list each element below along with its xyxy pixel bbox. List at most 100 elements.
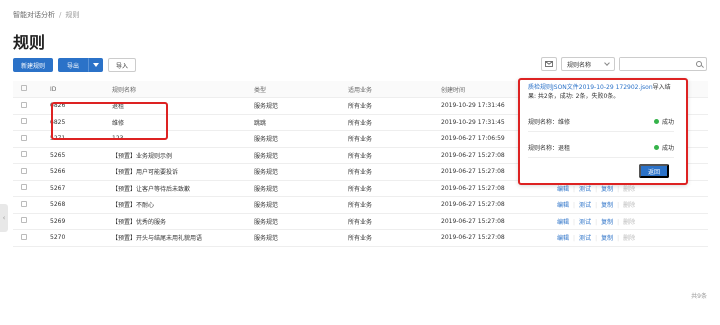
delete-link: 删除 [623,185,636,193]
rule-type: 服务规范 [254,163,348,181]
row-checkbox[interactable] [21,118,27,125]
row-checkbox[interactable] [21,233,27,240]
action-divider: | [595,202,598,210]
rule-business: 所有业务 [348,163,441,181]
status-text: 成功 [661,119,674,126]
action-divider: | [573,218,576,226]
delete-link: 删除 [623,218,636,226]
edit-link[interactable]: 编辑 [557,219,569,226]
breadcrumb-separator: / [59,11,62,19]
row-select-cell [13,163,50,181]
action-divider: | [573,185,576,193]
row-select-cell [13,114,50,131]
success-dot-icon [653,145,659,150]
rule-type: 服务规范 [254,180,348,197]
rule-business: 所有业务 [348,147,441,164]
row-actions: 编辑|测试|复制|删除 [551,229,708,247]
status-badge: 成功 [653,143,674,152]
action-divider: | [617,218,620,226]
row-actions: 编辑|测试|复制|删除 [551,196,708,214]
row-checkbox[interactable] [21,151,27,158]
rule-id: 5268 [50,196,112,214]
caret-down-icon [92,63,99,67]
rule-id: 5266 [50,163,112,181]
row-checkbox[interactable] [21,200,27,207]
row-checkbox[interactable] [21,217,27,224]
rule-type: 服务规范 [254,213,348,230]
search-input[interactable] [620,58,690,70]
export-button[interactable]: 导出 [58,58,89,72]
rule-business: 所有业务 [348,196,441,214]
edit-link[interactable]: 编辑 [557,202,569,209]
delete-link: 删除 [623,235,636,243]
breadcrumb: 智能对话分析 / 规则 [13,10,79,20]
rule-type: 服务规范 [254,196,348,214]
table-row: 5270 【预置】开头与结尾未用礼貌用语 服务规范 所有业务 2019-06-27 15… [13,229,708,247]
action-divider: | [573,235,576,243]
copy-link[interactable]: 复制 [601,235,613,242]
row-select-cell [13,147,50,164]
mail-button[interactable] [541,57,557,71]
breadcrumb-parent[interactable]: 智能对话分析 [13,11,55,19]
row-checkbox[interactable] [21,167,27,174]
import-result-label: 规则名称：退租 [528,145,571,152]
page-title: 规则 [13,33,46,52]
import-button[interactable]: 导入 [108,58,137,72]
row-checkbox[interactable] [21,184,27,191]
export-dropdown-button[interactable] [88,58,104,72]
success-dot-icon [653,119,659,124]
action-divider: | [595,235,598,243]
copy-link[interactable]: 复制 [601,202,613,209]
rule-created-time: 2019-06-27 15:27:08 [441,196,551,214]
header-id: ID [50,81,112,98]
export-split-button: 导出 [58,58,104,72]
rule-id: 5269 [50,213,112,230]
status-text: 成功 [661,145,674,152]
highlight-imported-rows [51,102,168,140]
total-count: 共9条 [691,293,707,300]
test-link[interactable]: 测试 [579,186,591,193]
edit-link[interactable]: 编辑 [557,186,569,193]
select-all-checkbox[interactable] [21,85,27,91]
breadcrumb-current: 规则 [65,11,80,19]
import-result-popup: 质检规则JSON文件2019-10-29 172902.json导入结果: 共2… [518,78,688,185]
rule-type: 服务规范 [254,147,348,164]
back-button[interactable]: 返回 [639,164,669,178]
test-link[interactable]: 测试 [579,235,591,242]
search-field-select[interactable]: 规则名称 [561,57,615,71]
delete-link: 删除 [623,202,636,210]
toolbar: 新建规则 导出 导入 [13,58,137,72]
table-row: 5269 【预置】优秀的服务 服务规范 所有业务 2019-06-27 15:27:08… [13,213,708,230]
rule-business: 所有业务 [348,114,441,131]
rule-business: 所有业务 [348,130,441,148]
rule-type: 服务规范 [254,229,348,247]
mail-icon [545,61,553,67]
header-biz: 适用业务 [348,81,441,98]
test-link[interactable]: 测试 [579,202,591,209]
rule-type: 服务规范 [254,130,348,148]
test-link[interactable]: 测试 [579,219,591,226]
status-badge: 成功 [653,117,674,126]
sidebar-toggle[interactable]: ‹ [0,204,8,232]
edit-link[interactable]: 编辑 [557,235,569,242]
copy-link[interactable]: 复制 [601,186,613,193]
search-icon[interactable] [696,61,702,67]
row-select-cell [13,180,50,197]
rule-name: 【预置】优秀的服务 [112,213,254,230]
rule-business: 所有业务 [348,229,441,247]
table-row: 5268 【预置】不耐心 服务规范 所有业务 2019-06-27 15:27:08 编辑… [13,196,708,214]
rule-created-time: 2019-06-27 15:27:08 [441,229,551,247]
search-box [619,57,707,71]
new-rule-button[interactable]: 新建规则 [13,58,54,72]
action-divider: | [595,218,598,226]
row-checkbox[interactable] [21,134,27,141]
rule-type: 跳跳 [254,114,348,131]
row-actions: 编辑|测试|复制|删除 [551,213,708,230]
row-checkbox[interactable] [21,101,27,108]
import-result-message: 质检规则JSON文件2019-10-29 172902.json导入结果: 共2… [520,80,686,101]
search-field-value: 规则名称 [567,61,592,69]
copy-link[interactable]: 复制 [601,219,613,226]
rule-business: 所有业务 [348,213,441,230]
rule-type: 服务规范 [254,97,348,115]
filter-bar: 规则名称 [541,57,707,71]
